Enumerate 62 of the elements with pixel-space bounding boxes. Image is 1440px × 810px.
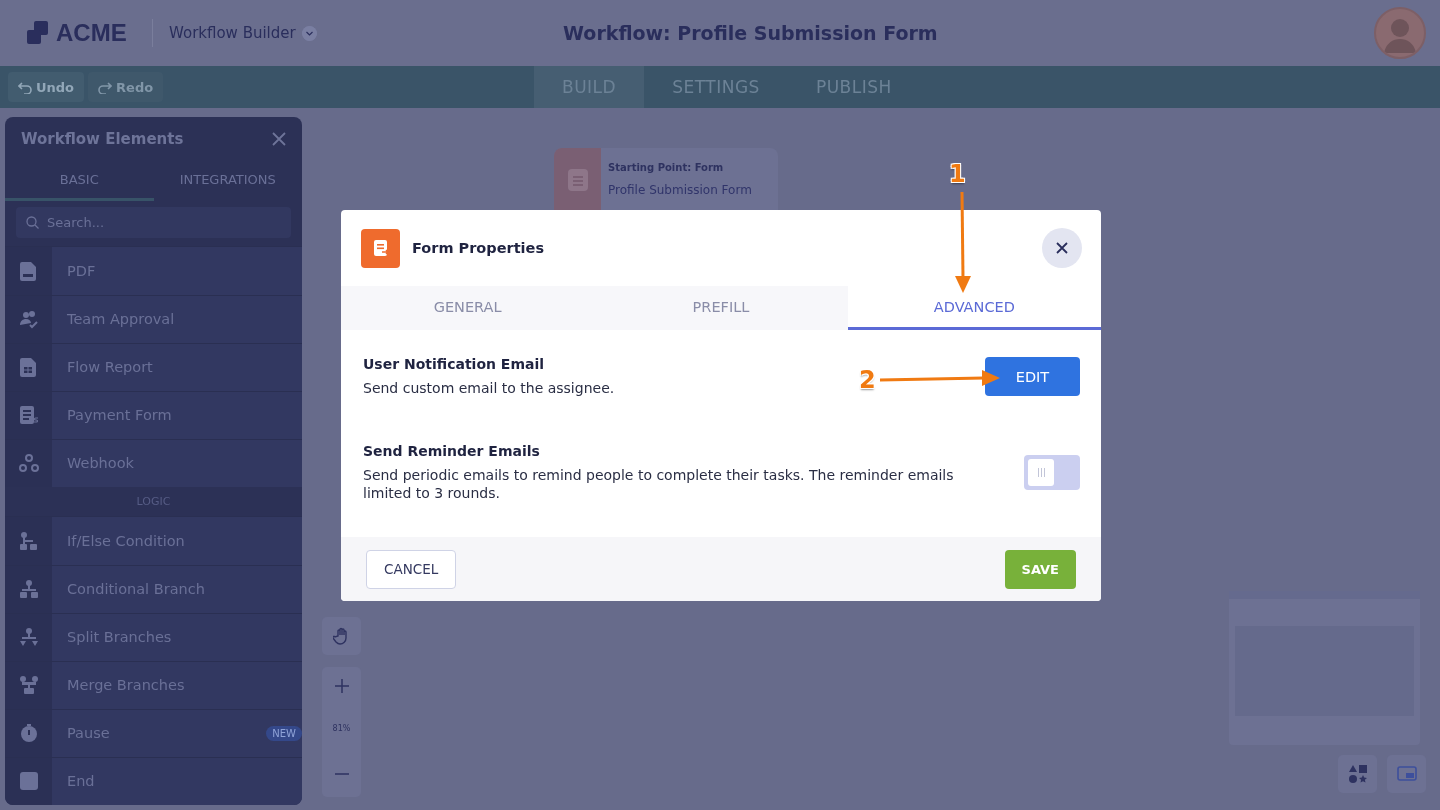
sidebar-item[interactable]: End: [52, 757, 302, 805]
pdf-file-icon: [18, 260, 39, 281]
branch-icon: [18, 579, 39, 600]
panel-title: Workflow Elements: [21, 129, 184, 148]
sidebar-item[interactable]: Merge Branches: [52, 661, 302, 709]
form-icon: [361, 228, 400, 268]
toggle-switch[interactable]: [1024, 455, 1080, 490]
app-menu[interactable]: Workflow Builder: [169, 24, 317, 42]
undo-button[interactable]: Undo: [8, 72, 85, 102]
panel-tab[interactable]: BASIC: [5, 160, 154, 202]
merge-icon: [18, 675, 39, 696]
workflow-title: Workflow: Profile Submission Form: [562, 22, 939, 44]
close-button[interactable]: [1042, 228, 1082, 268]
dialog-tab[interactable]: PREFILL: [594, 286, 848, 330]
setting-title: User Notification Email: [363, 356, 546, 372]
close-icon: [1056, 242, 1068, 254]
pan-button[interactable]: [322, 617, 361, 655]
edit-button[interactable]: EDIT: [985, 357, 1080, 396]
split-icon: [18, 627, 39, 648]
logo: ACME: [26, 19, 152, 47]
picture-in-picture-icon: [1396, 766, 1417, 782]
new-badge: NEW: [266, 725, 302, 741]
square-icon: [18, 771, 39, 792]
undo-icon: [18, 80, 32, 94]
plus-icon: [333, 678, 350, 694]
zoom-level: 81%: [331, 724, 352, 733]
sidebar-item[interactable]: Team Approval: [52, 295, 302, 343]
step-number: 2: [859, 366, 876, 394]
dialog-title: Form Properties: [412, 240, 546, 256]
shapes-button[interactable]: [1338, 755, 1377, 793]
dialog-tab[interactable]: GENERAL: [341, 286, 595, 330]
sidebar-item[interactable]: Flow Report: [52, 343, 302, 391]
setting-description: Send custom email to the assignee.: [363, 379, 615, 397]
cancel-button[interactable]: CANCEL: [366, 549, 457, 589]
redo-icon: [98, 80, 113, 94]
sidebar-item[interactable]: Pause NEW: [52, 709, 302, 757]
report-icon: [18, 357, 39, 378]
sidebar-item[interactable]: Conditional Branch: [52, 565, 302, 613]
sidebar-item[interactable]: Webhook: [52, 439, 302, 487]
close-icon[interactable]: [272, 131, 286, 146]
sidebar-item[interactable]: If/Else Condition: [52, 517, 302, 565]
avatar[interactable]: [1374, 7, 1426, 59]
stopwatch-icon: [18, 723, 39, 744]
step-number: 1: [949, 160, 966, 188]
search-icon: [26, 216, 39, 230]
shapes-icon: [1347, 764, 1368, 784]
people-check-icon: [18, 309, 39, 330]
search-field[interactable]: Search...: [16, 207, 291, 239]
sidebar-item[interactable]: PDF: [52, 247, 302, 295]
minus-icon: [333, 772, 350, 776]
dialog-tab[interactable]: ADVANCED: [847, 286, 1101, 330]
setting-title: Send Reminder Emails: [363, 443, 541, 459]
panel-tab[interactable]: INTEGRATIONS: [153, 160, 302, 202]
node-subtitle: Profile Submission Form: [608, 183, 752, 197]
payment-document-icon: [18, 405, 39, 426]
setting-description: Send periodic emails to remind people to complete their tasks. The reminder emails limited to 3 rounds.: [363, 466, 955, 502]
sidebar-item[interactable]: Payment Form: [52, 391, 302, 439]
sidebar-item[interactable]: Split Branches: [52, 613, 302, 661]
condition-icon: [18, 530, 39, 551]
node-title: Starting Point: Form: [608, 162, 725, 173]
minimap-button[interactable]: [1387, 755, 1426, 793]
save-button[interactable]: SAVE: [1004, 549, 1076, 589]
